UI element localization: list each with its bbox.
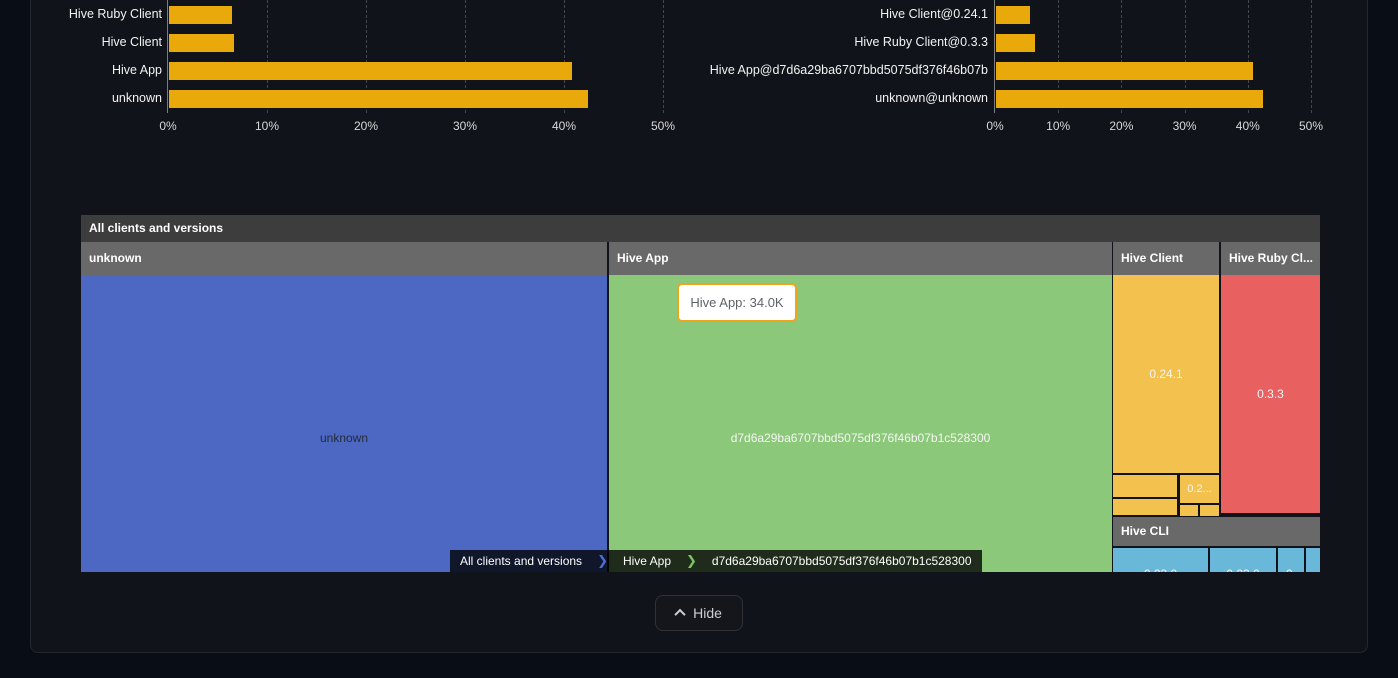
treemap-cell-hive-client-0241[interactable]: 0.24.1 [1113,275,1219,473]
bar[interactable] [996,62,1253,80]
tooltip-text: Hive App: 34.0K [690,295,783,310]
category-label: Hive App@d7d6a29ba6707bbd5075df376f46b07… [710,63,988,77]
category-label: Hive Client@0.24.1 [880,7,988,21]
chevron-up-icon [674,609,685,620]
treemap-breadcrumb: All clients and versions ❯ Hive App ❯ d7… [450,550,982,572]
treemap-cell-label: 0.24.1 [1149,367,1182,381]
x-tick-label: 10% [1035,119,1081,133]
x-tick-label: 0% [972,119,1018,133]
breadcrumb-item-version-hash[interactable]: d7d6a29ba6707bbd5075df376f46b07b1c528300 [702,550,982,572]
gridline [1311,0,1312,113]
treemap-cell-hive-ruby-client-033[interactable]: 0.3.3 [1221,275,1320,513]
treemap-header-hive-app[interactable]: Hive App [609,242,1112,275]
category-label: Hive Ruby Client@0.3.3 [854,35,988,49]
treemap-cell-hive-client-small-2[interactable] [1113,499,1177,515]
treemap-cell-hive-client-tiny-2[interactable] [1200,505,1219,516]
treemap-header-unknown[interactable]: unknown [81,242,607,275]
chevron-right-icon: ❯ [681,550,702,572]
treemap-cell-hive-cli-3[interactable]: 0. [1278,548,1304,572]
x-tick-label: 30% [1162,119,1208,133]
bar[interactable] [996,90,1263,108]
hide-button-label: Hide [693,605,722,621]
x-tick-label: 20% [1098,119,1144,133]
treemap-cell-hive-client-tiny-1[interactable] [1180,505,1198,516]
treemap-cell-label: d7d6a29ba6707bbd5075df376f46b07b1c528300 [731,431,991,445]
breadcrumb-item-hive-app[interactable]: Hive App [613,550,681,572]
treemap-cell-label: 0.2... [1187,483,1211,495]
client-versions-share-bar-chart: 0% 10% 20% 30% 40% 50% Hive Client@0.24.1 Hive … [0,0,1398,140]
treemap-cell-label: 0. [1286,567,1296,572]
bar[interactable] [996,6,1030,24]
treemap-cell-hive-client-small-1[interactable] [1113,475,1177,497]
breadcrumb-item-root[interactable]: All clients and versions [450,550,592,572]
clients-versions-treemap: All clients and versions unknown unknown… [81,215,1320,572]
treemap-cell-hive-cli-2[interactable]: 0.23.0 [1210,548,1276,572]
bar[interactable] [996,34,1035,52]
x-tick-label: 40% [1225,119,1271,133]
treemap-cell-hive-client-02[interactable]: 0.2... [1180,475,1219,503]
treemap-cell-unknown[interactable]: unknown [81,275,607,572]
x-tick-label: 50% [1288,119,1334,133]
treemap-cell-label: 0.3.3 [1257,387,1284,401]
treemap-cell-hive-cli-1[interactable]: 0.23.0 [1113,548,1208,572]
hide-button[interactable]: Hide [655,595,743,631]
y-axis-line [994,0,995,113]
category-label: unknown@unknown [875,91,988,105]
treemap-title[interactable]: All clients and versions [81,215,1320,242]
treemap-cell-label: 0.23.0 [1226,567,1259,572]
treemap-header-hive-ruby-client[interactable]: Hive Ruby Cl... [1221,242,1320,275]
dashboard-stage: 0%10%20%30%40%50%Hive Ruby ClientHive Cl… [0,0,1398,678]
treemap-header-hive-client[interactable]: Hive Client [1113,242,1219,275]
treemap-cell-label: 0.23.0 [1144,567,1177,572]
treemap-tooltip: Hive App: 34.0K [677,283,797,322]
chevron-right-icon: ❯ [592,550,613,572]
treemap-header-hive-cli[interactable]: Hive CLI [1113,517,1320,546]
treemap-cell-hive-cli-4[interactable] [1306,548,1320,572]
treemap-cell-label: unknown [320,431,368,445]
